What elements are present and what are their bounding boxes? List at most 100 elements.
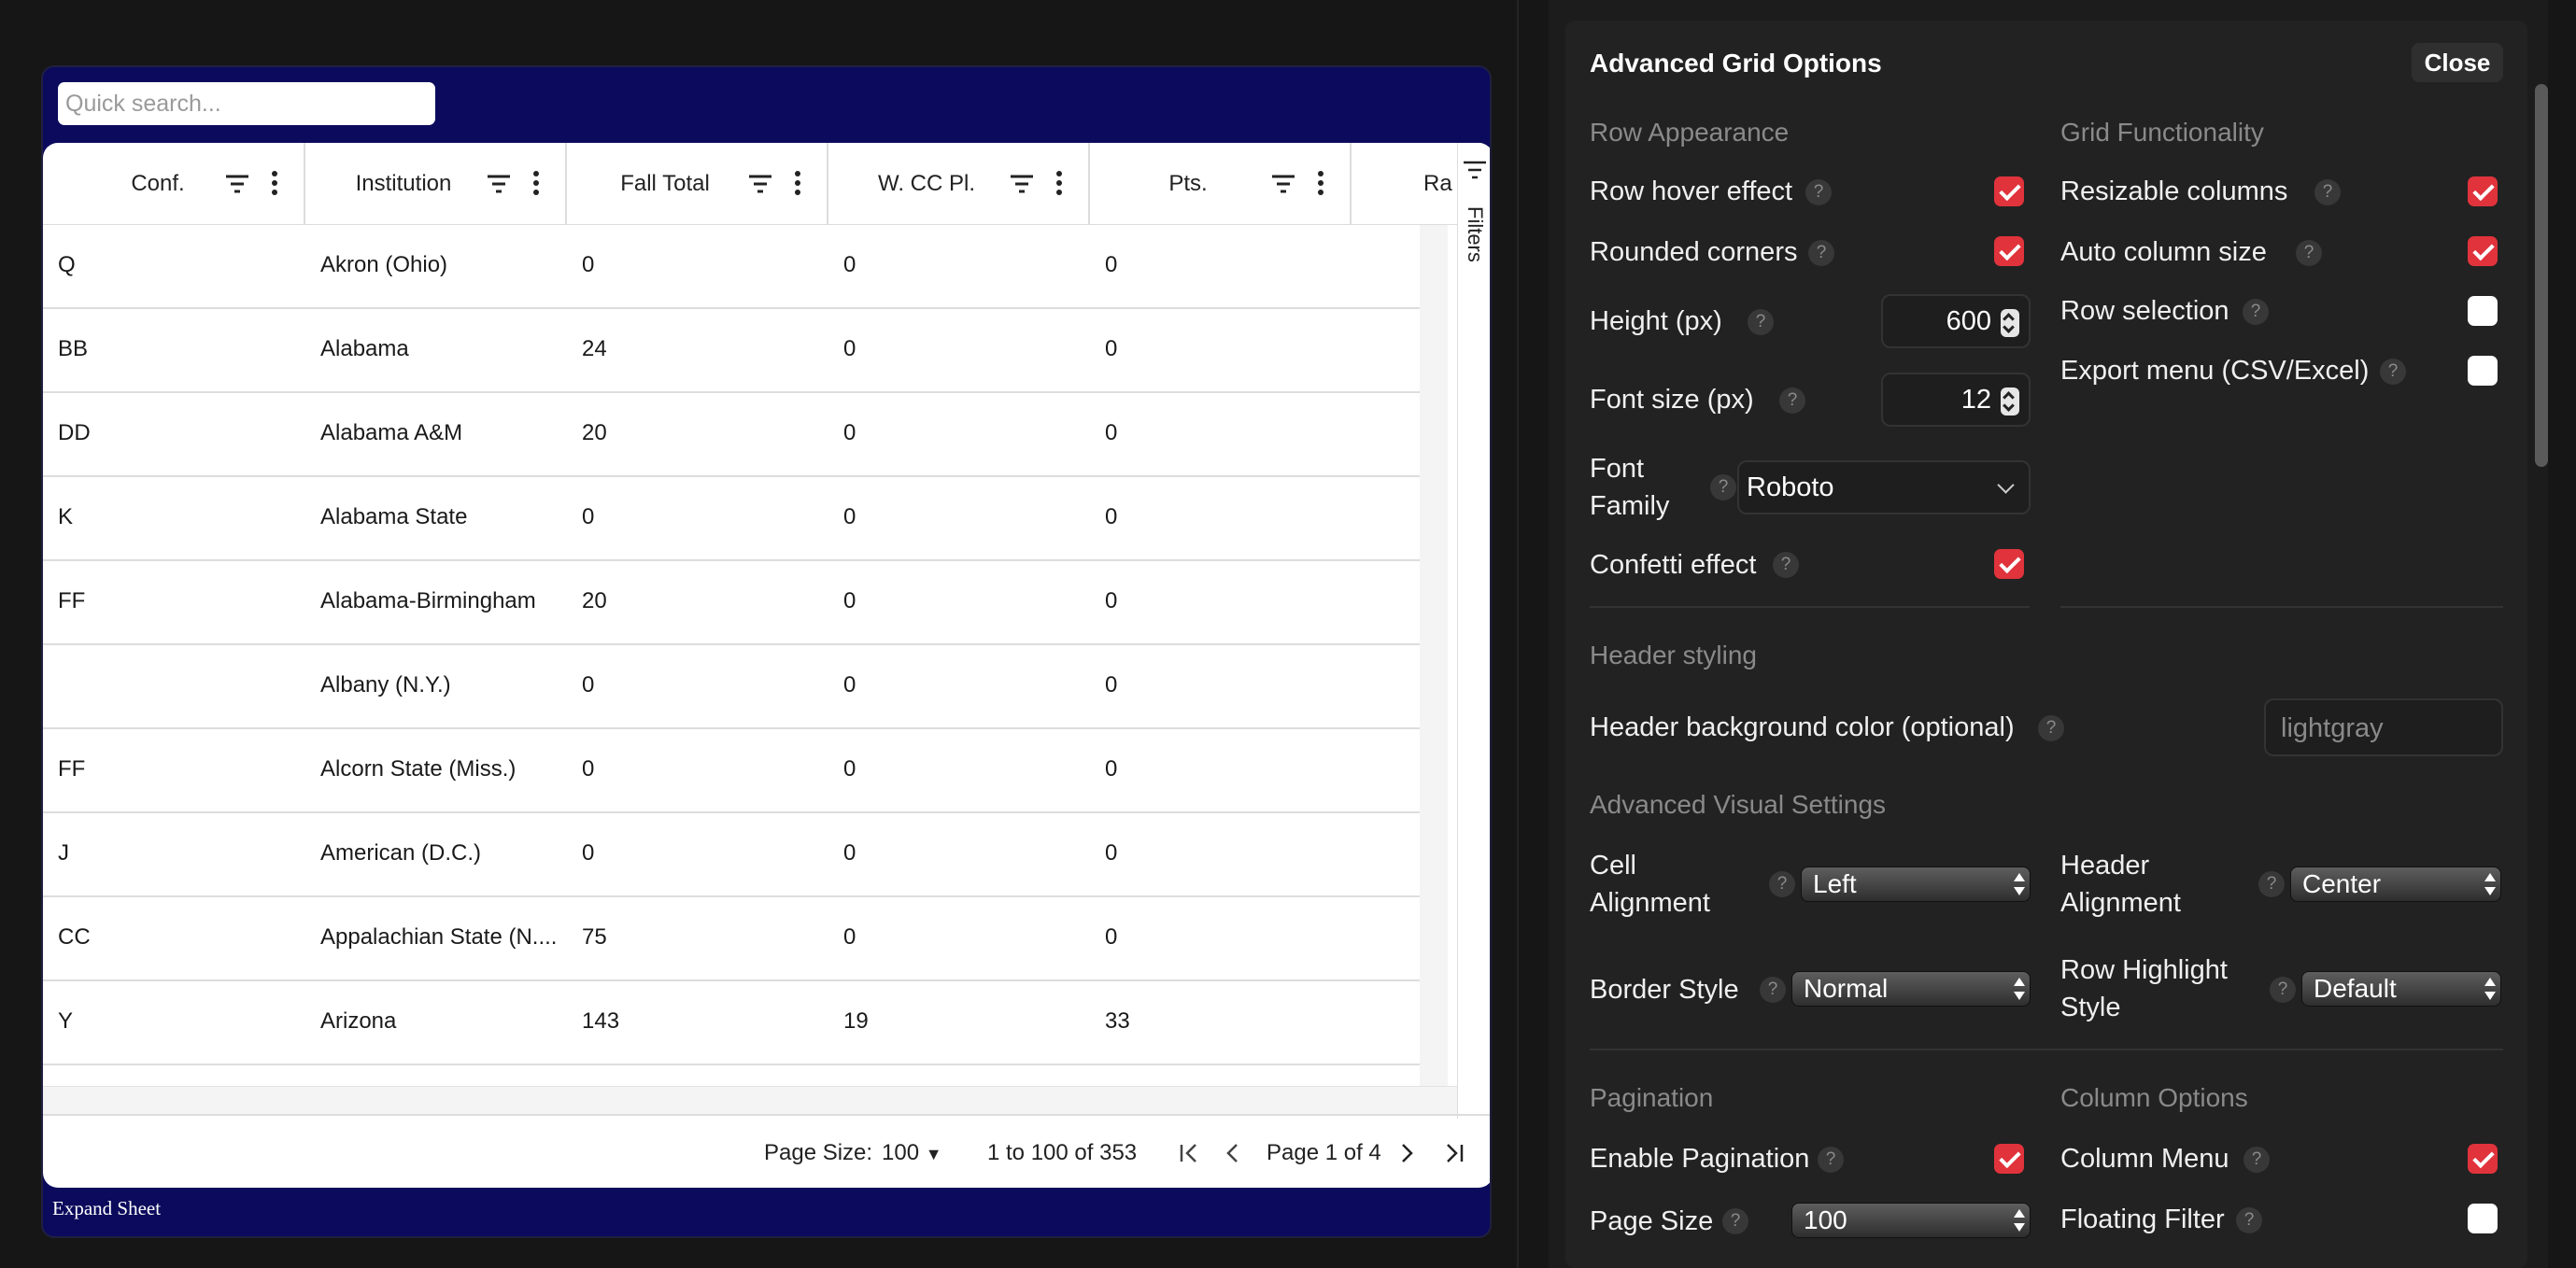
help-icon[interactable]: ? <box>2270 977 2296 1003</box>
help-icon[interactable]: ? <box>1760 977 1786 1003</box>
help-icon[interactable]: ? <box>1710 474 1736 500</box>
table-row[interactable]: J American (D.C.) 0 0 0 <box>43 813 1420 897</box>
help-icon[interactable]: ? <box>2236 1207 2262 1233</box>
filters-sidebar[interactable] <box>1457 143 1490 1119</box>
table-row[interactable]: CC Appalachian State (N.... 75 0 0 <box>43 897 1420 981</box>
help-icon[interactable]: ? <box>2038 715 2064 741</box>
header-bg-label: Header background color (optional) <box>1590 712 2015 742</box>
header-alignment-select[interactable]: Center <box>2290 866 2501 902</box>
filter-icon[interactable] <box>1009 171 1035 197</box>
divider <box>1590 1049 2503 1050</box>
help-icon[interactable]: ? <box>1805 179 1832 205</box>
column-header-conf[interactable]: Conf. <box>43 143 305 224</box>
previous-page-icon[interactable] <box>1225 1142 1240 1164</box>
column-header-fall-total[interactable]: Fall Total <box>567 143 828 224</box>
cell-alignment-select[interactable]: Left <box>1801 866 2031 902</box>
table-cell: Q <box>58 252 76 277</box>
font-size-input[interactable]: 12 <box>1881 373 2031 427</box>
last-page-icon[interactable] <box>1444 1142 1465 1164</box>
font-family-dropdown[interactable]: Roboto <box>1737 460 2031 514</box>
table-row[interactable]: Q Akron (Ohio) 0 0 0 <box>43 225 1420 309</box>
cell-alignment-label: Cell <box>1590 851 1636 881</box>
floating-filter-label: Floating Filter <box>2060 1205 2225 1234</box>
select-arrows-icon <box>2013 1208 2025 1233</box>
column-menu-icon[interactable] <box>1316 169 1325 199</box>
table-cell: 75 <box>582 924 607 950</box>
help-icon[interactable]: ? <box>2243 1147 2270 1173</box>
horizontal-scrollbar[interactable] <box>43 1086 1457 1114</box>
table-cell: 0 <box>843 588 856 613</box>
table-row[interactable]: FF Alcorn State (Miss.) 0 0 0 <box>43 729 1420 813</box>
enable-pagination-checkbox[interactable] <box>1994 1144 2024 1174</box>
column-menu-icon[interactable] <box>793 169 802 199</box>
resizable-columns-label: Resizable columns <box>2060 176 2288 206</box>
table-row[interactable]: DD Alabama A&M 20 0 0 <box>43 393 1420 477</box>
filter-icon[interactable] <box>747 171 773 197</box>
table-cell: 0 <box>1105 588 1118 613</box>
column-menu-icon[interactable] <box>531 169 541 199</box>
column-header-institution[interactable]: Institution <box>305 143 567 224</box>
close-button[interactable]: Close <box>2412 43 2503 82</box>
column-header-label: Pts. <box>1168 171 1208 196</box>
table-row[interactable]: K Alabama State 0 0 0 <box>43 477 1420 561</box>
expand-sheet-link[interactable]: Expand Sheet <box>52 1197 161 1220</box>
rounded-corners-checkbox[interactable] <box>1994 236 2024 266</box>
first-page-icon[interactable] <box>1179 1142 1199 1164</box>
help-icon[interactable]: ? <box>1779 387 1805 414</box>
table-cell: 0 <box>1105 420 1118 445</box>
page-size-select[interactable]: 100 ▼ <box>882 1140 942 1166</box>
help-icon[interactable]: ? <box>1808 240 1834 266</box>
quick-search-input[interactable] <box>58 82 435 125</box>
help-icon[interactable]: ? <box>2296 240 2322 266</box>
auto-column-size-checkbox[interactable] <box>2468 236 2498 266</box>
font-family-label: Font <box>1590 454 1645 484</box>
filter-icon[interactable] <box>224 171 250 197</box>
next-page-icon[interactable] <box>1399 1142 1414 1164</box>
resizable-columns-checkbox[interactable] <box>2468 176 2498 206</box>
stepper-icon[interactable] <box>2001 387 2019 416</box>
column-menu-icon[interactable] <box>270 169 279 199</box>
help-icon[interactable]: ? <box>1769 871 1795 897</box>
help-icon[interactable]: ? <box>2314 179 2341 205</box>
help-icon[interactable]: ? <box>1722 1208 1748 1234</box>
filter-icon[interactable] <box>1463 160 1487 180</box>
confetti-checkbox[interactable] <box>1994 549 2024 579</box>
panel-scrollbar[interactable] <box>2535 84 2548 467</box>
table-row[interactable]: Albany (N.Y.) 0 0 0 <box>43 645 1420 729</box>
filter-icon[interactable] <box>486 171 512 197</box>
column-menu-checkbox[interactable] <box>2468 1144 2498 1174</box>
height-label: Height (px) <box>1590 306 1722 336</box>
help-icon[interactable]: ? <box>2380 359 2406 385</box>
help-icon[interactable]: ? <box>1818 1147 1844 1173</box>
border-style-select[interactable]: Normal <box>1791 971 2031 1007</box>
export-menu-checkbox[interactable] <box>2468 356 2498 386</box>
confetti-label: Confetti effect <box>1590 550 1757 580</box>
stepper-icon[interactable] <box>2001 309 2019 337</box>
help-icon[interactable]: ? <box>2243 299 2269 325</box>
filters-tab-label[interactable]: Filters <box>1463 206 1487 262</box>
column-header-ra[interactable]: Ra <box>1352 143 1459 224</box>
table-row[interactable]: BB Alabama 24 0 0 <box>43 309 1420 393</box>
column-menu-icon[interactable] <box>1054 169 1064 199</box>
row-selection-checkbox[interactable] <box>2468 296 2498 326</box>
page-size-option-select[interactable]: 100 <box>1791 1203 2031 1238</box>
column-header-pts[interactable]: Pts. <box>1090 143 1352 224</box>
table-cell: Alcorn State (Miss.) <box>320 756 517 782</box>
help-icon[interactable]: ? <box>2258 871 2285 897</box>
help-icon[interactable]: ? <box>1773 552 1799 578</box>
floating-filter-checkbox[interactable] <box>2468 1204 2498 1233</box>
row-highlight-select[interactable]: Default <box>2301 971 2501 1007</box>
column-header-label: Ra <box>1423 171 1452 196</box>
table-row[interactable]: FF Alabama-Birmingham 20 0 0 <box>43 561 1420 645</box>
row-hover-checkbox[interactable] <box>1994 176 2024 206</box>
filter-icon[interactable] <box>1270 171 1296 197</box>
column-header-w-cc-pl[interactable]: W. CC Pl. <box>828 143 1090 224</box>
help-icon[interactable]: ? <box>1748 309 1774 335</box>
column-header-label: W. CC Pl. <box>877 171 975 196</box>
table-cell: American (D.C.) <box>320 840 482 866</box>
row-highlight-label-line2: Style <box>2060 993 2121 1022</box>
header-bg-input[interactable]: lightgray <box>2264 698 2503 756</box>
vertical-scrollbar[interactable] <box>1420 225 1448 1112</box>
height-input[interactable]: 600 <box>1881 294 2031 348</box>
table-row[interactable]: Y Arizona 143 19 33 <box>43 981 1420 1065</box>
